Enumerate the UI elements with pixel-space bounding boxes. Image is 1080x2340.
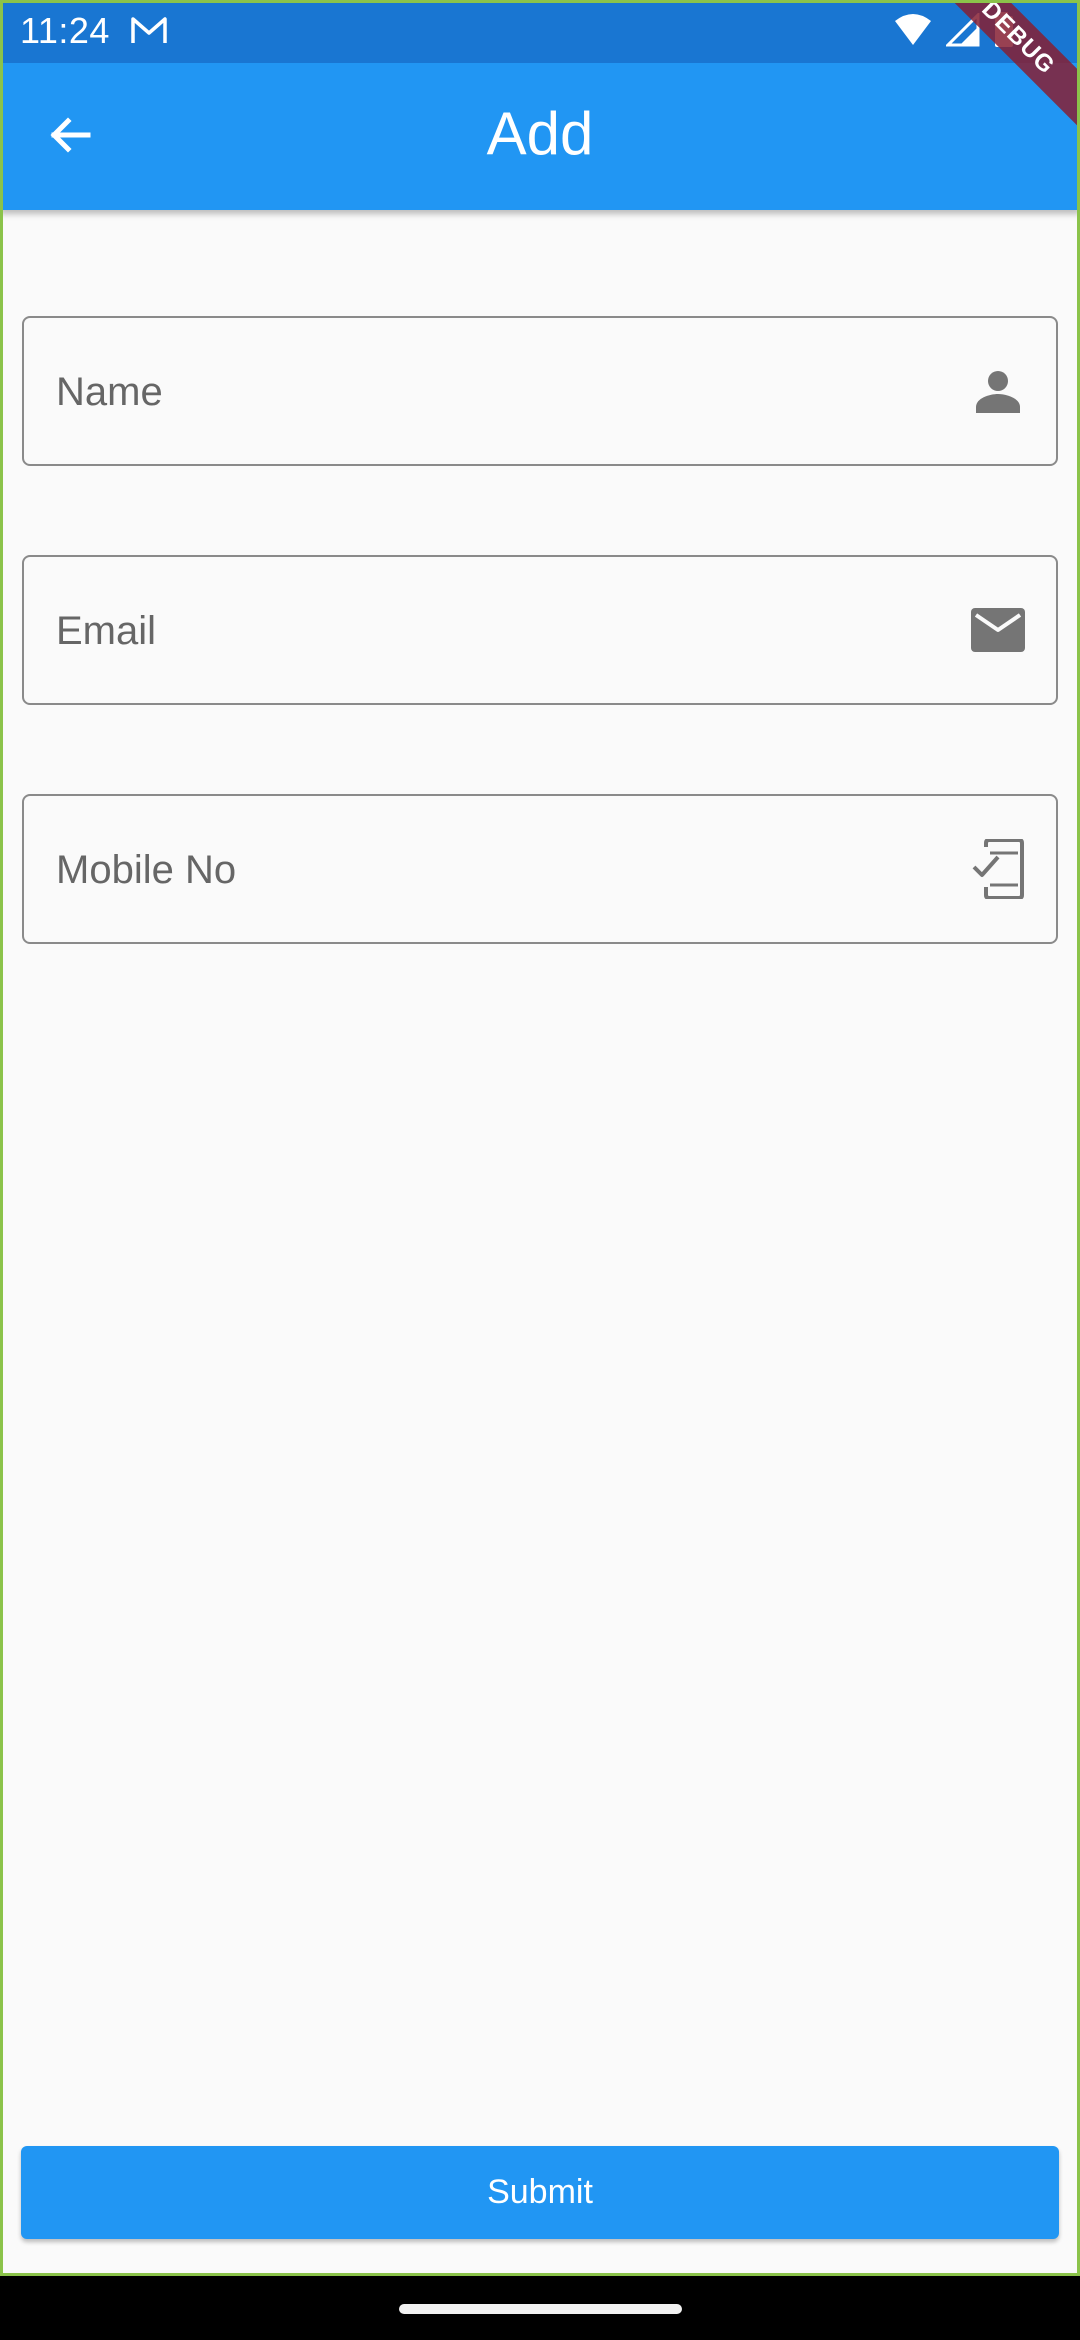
mobile-input[interactable] bbox=[54, 796, 958, 944]
person-icon bbox=[970, 363, 1026, 419]
status-bar: 11:24 bbox=[0, 0, 1080, 63]
email-field[interactable] bbox=[22, 555, 1058, 705]
wifi-icon bbox=[894, 13, 932, 52]
app-bar: Add bbox=[0, 63, 1080, 210]
phone-check-icon bbox=[970, 839, 1026, 899]
gmail-icon bbox=[130, 14, 168, 46]
status-time: 11:24 bbox=[20, 10, 110, 51]
mobile-field[interactable] bbox=[22, 794, 1058, 944]
name-input[interactable] bbox=[54, 318, 958, 466]
mail-icon bbox=[970, 602, 1026, 658]
navigation-bar bbox=[0, 2276, 1080, 2340]
submit-button[interactable]: Submit bbox=[21, 2146, 1059, 2239]
email-input[interactable] bbox=[54, 557, 958, 705]
page-title: Add bbox=[486, 100, 594, 167]
name-field[interactable] bbox=[22, 316, 1058, 466]
home-gesture-bar[interactable] bbox=[399, 2304, 682, 2314]
app-screen: 11:24 Add DEBUG Name Email Mobile No Sub… bbox=[0, 0, 1080, 2340]
